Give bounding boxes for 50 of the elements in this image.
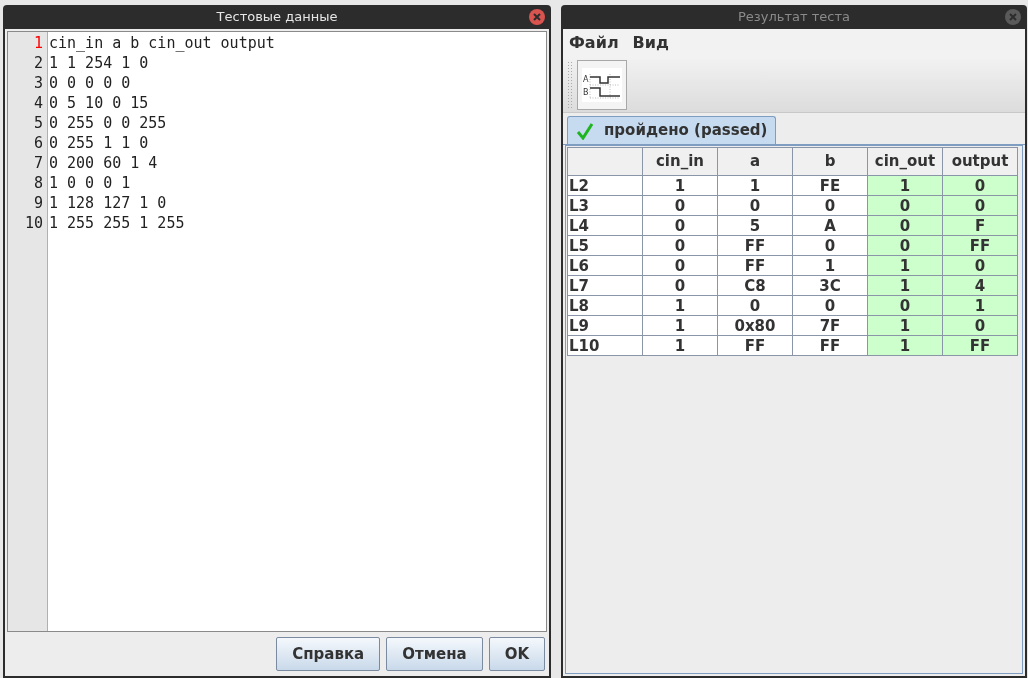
row-header: L6 bbox=[567, 255, 643, 276]
timing-diagram-button[interactable]: A B bbox=[577, 59, 627, 110]
column-header: cin_in bbox=[642, 147, 718, 176]
code-line: 1 0 0 0 1 bbox=[49, 173, 132, 193]
line-number: 7 bbox=[32, 153, 44, 173]
line-number: 2 bbox=[32, 53, 44, 73]
dialog-button[interactable]: OK bbox=[488, 637, 545, 671]
dialog-button[interactable]: Справка bbox=[276, 637, 381, 671]
menu-item[interactable]: Файл bbox=[569, 31, 619, 55]
signal-label: B bbox=[583, 87, 589, 97]
code-line: 0 255 0 0 255 bbox=[49, 113, 168, 133]
check-icon bbox=[576, 121, 594, 140]
signal-label: A bbox=[583, 74, 589, 84]
menu-item[interactable]: Вид bbox=[632, 31, 669, 55]
code-line: 0 5 10 0 15 bbox=[49, 93, 150, 113]
close-icon[interactable] bbox=[529, 9, 545, 25]
row-header: L5 bbox=[567, 235, 643, 256]
line-number: 9 bbox=[32, 193, 44, 213]
line-number: 4 bbox=[32, 93, 44, 113]
dialog-button[interactable]: Отмена bbox=[386, 637, 483, 671]
code-line: 0 0 0 0 0 bbox=[49, 73, 132, 93]
text-editor[interactable]: 1 2 3 4 5 6 7 8 9 10 cin_in a b cin_out output 1 1 254 1 0 0 0 0 0 0 0 5 10 0 15 0 255 0 0 255 0 255 1 1 0 0 200 60 1 4 1 0 0 0 1 1 128 127 1 0 1 255 255 1 255 bbox=[7, 31, 547, 632]
code-line: 1 128 127 1 0 bbox=[49, 193, 168, 213]
line-number: 10 bbox=[23, 213, 44, 233]
code-line: 1 255 255 1 255 bbox=[49, 213, 186, 233]
line-number: 3 bbox=[32, 73, 44, 93]
result-tab[interactable]: пройдено (passed) bbox=[567, 116, 777, 144]
code-line: 1 1 254 1 0 bbox=[49, 53, 150, 73]
row-header: L3 bbox=[567, 195, 643, 216]
row-header: L7 bbox=[567, 275, 643, 296]
line-number: 8 bbox=[32, 173, 44, 193]
window-title: Результат теста bbox=[738, 8, 850, 27]
row-header: L4 bbox=[567, 215, 643, 236]
code-line: 0 255 1 1 0 bbox=[49, 133, 150, 153]
row-header: L10 bbox=[567, 335, 643, 356]
code-line: 0 200 60 1 4 bbox=[49, 153, 159, 173]
code-line: cin_in a b cin_out output bbox=[49, 33, 276, 53]
close-icon[interactable] bbox=[1005, 9, 1021, 25]
column-header: a bbox=[717, 147, 793, 176]
line-number: 6 bbox=[32, 133, 44, 153]
row-header: L8 bbox=[567, 295, 643, 316]
window-title: Тестовые данные bbox=[216, 8, 338, 27]
line-number: 5 bbox=[32, 113, 44, 133]
row-header: L2 bbox=[567, 175, 643, 196]
column-header: b bbox=[792, 147, 868, 176]
column-header: cin_out bbox=[867, 147, 943, 176]
line-number: 1 bbox=[32, 33, 44, 53]
tab-label: пройдено (passed) bbox=[604, 120, 768, 142]
column-header: output bbox=[942, 147, 1018, 176]
row-header: L9 bbox=[567, 315, 643, 336]
